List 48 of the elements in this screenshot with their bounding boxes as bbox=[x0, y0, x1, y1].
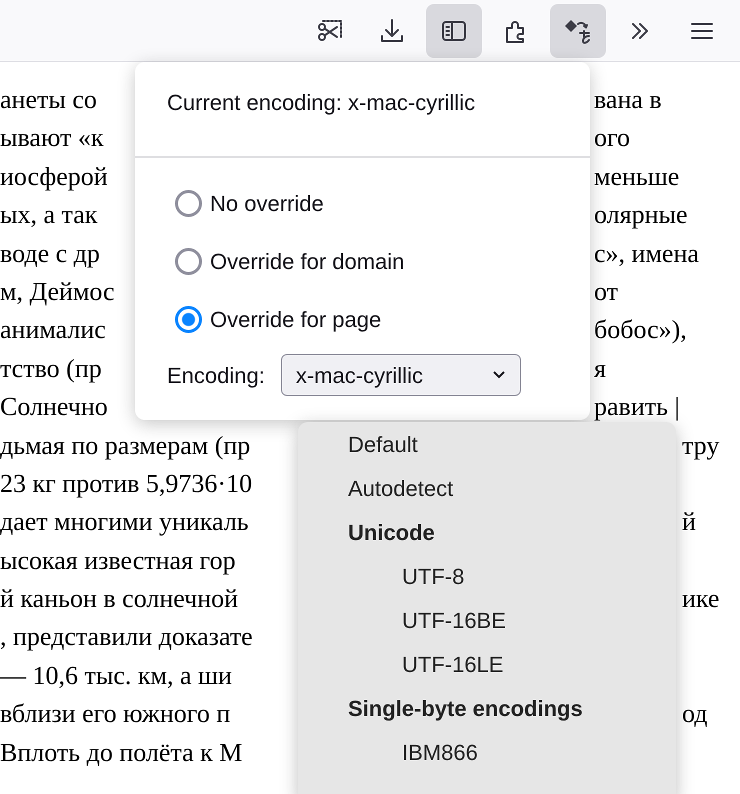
text-fragment: вблизи его южного п bbox=[0, 699, 230, 728]
text-fragment: й bbox=[682, 507, 696, 536]
dropdown-option[interactable]: IBM866 bbox=[298, 734, 676, 778]
text-fragment: ывают «к bbox=[0, 123, 104, 152]
encoding-select[interactable]: x-mac-cyrillic bbox=[280, 354, 521, 396]
text-fragment: Вплоть до полёта к М bbox=[0, 738, 242, 767]
text-fragment: от bbox=[594, 276, 618, 306]
radio-option[interactable]: No override bbox=[135, 174, 330, 232]
text-fragment: ого bbox=[594, 123, 630, 152]
text-fragment: воде с др bbox=[0, 238, 100, 268]
text-fragment: м, Деймос bbox=[0, 276, 115, 306]
dropdown-option[interactable]: UTF-8 bbox=[298, 558, 676, 602]
dropdown-option[interactable]: UTF-16LE bbox=[298, 646, 676, 690]
dropdown-option[interactable]: Autodetect bbox=[298, 470, 676, 514]
text-fragment: — 10,6 тыс. км, а ши bbox=[0, 660, 232, 690]
text-fragment: олярные bbox=[594, 200, 688, 230]
text-fragment: бобос»), bbox=[594, 315, 687, 344]
text-fragment: ых, а так bbox=[0, 200, 98, 230]
text-fragment: ике bbox=[682, 584, 720, 614]
dropdown-option[interactable]: Default bbox=[298, 426, 676, 470]
text-fragment: тру bbox=[682, 430, 720, 460]
text-fragment: Солнечно bbox=[0, 392, 108, 422]
group-heading: Unicode bbox=[347, 519, 436, 547]
text-fragment: , представили доказате bbox=[0, 622, 253, 652]
text-fragment: анималис bbox=[0, 315, 106, 344]
text-fragment: меньше bbox=[594, 162, 680, 191]
text-fragment: 23 кг против 5,9736·10 bbox=[0, 468, 252, 498]
text-fragment: тство (пр bbox=[0, 354, 102, 383]
radio-option[interactable]: Override for domain bbox=[135, 232, 410, 290]
text-fragment: равить | bbox=[594, 392, 680, 422]
text-fragment: од bbox=[682, 699, 708, 728]
text-fragment: дьмая по размерам (пр bbox=[0, 430, 250, 460]
text-fragment: с», имена bbox=[594, 238, 699, 268]
toolbar-button[interactable] bbox=[426, 4, 482, 58]
text-fragment: анеты со bbox=[0, 85, 97, 114]
text-fragment: иосферой bbox=[0, 162, 108, 191]
chevron-down-icon bbox=[492, 370, 506, 380]
text-fragment: вана в bbox=[594, 85, 662, 114]
encoding-label: Encoding: bbox=[167, 362, 265, 390]
current-encoding-label: Current encoding: x-mac-cyrillic bbox=[167, 90, 476, 115]
dropdown-option[interactable]: UTF-16BE bbox=[298, 602, 676, 646]
group-heading: Single-byte encodings bbox=[347, 695, 584, 723]
radio-option[interactable]: Override for page bbox=[135, 290, 388, 348]
toolbar-button[interactable] bbox=[550, 4, 606, 58]
text-fragment: й каньон в солнечной bbox=[0, 584, 238, 614]
text-fragment: ысокая известная гор bbox=[0, 546, 236, 575]
text-fragment: дает многими уникаль bbox=[0, 507, 249, 536]
text-fragment: я bbox=[594, 354, 606, 383]
